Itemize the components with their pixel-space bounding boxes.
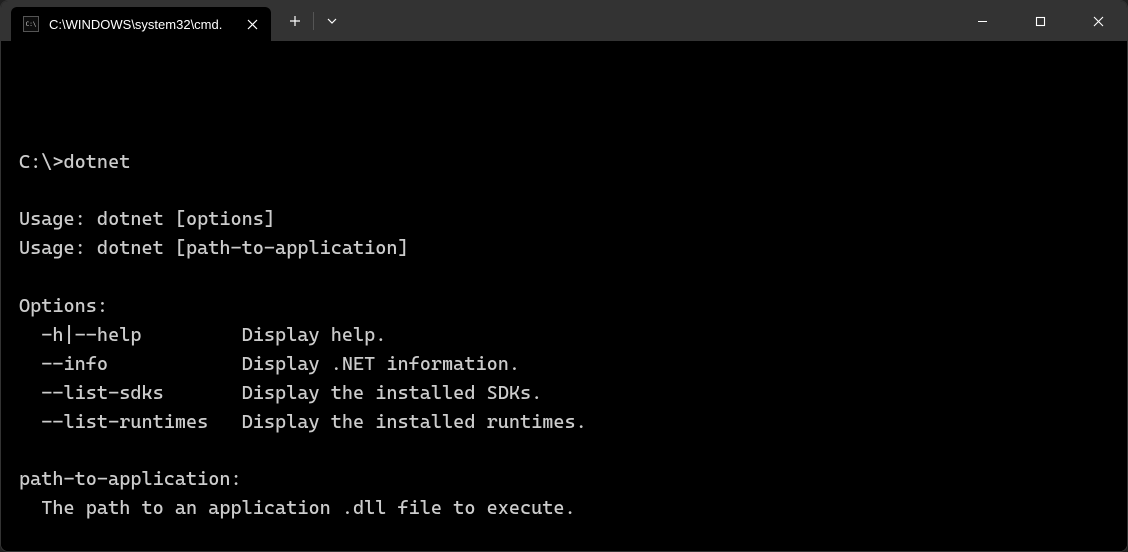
plus-icon bbox=[289, 15, 301, 27]
cmd-icon: C:\ bbox=[23, 16, 39, 32]
terminal-output[interactable]: C:\>dotnet Usage: dotnet [options] Usage… bbox=[1, 41, 1127, 551]
tab-close-button[interactable] bbox=[243, 15, 261, 33]
tab-actions bbox=[277, 1, 350, 41]
chevron-down-icon bbox=[326, 15, 338, 27]
minimize-button[interactable] bbox=[953, 1, 1011, 41]
minimize-icon bbox=[977, 16, 988, 27]
close-window-button[interactable] bbox=[1069, 1, 1127, 41]
titlebar: C:\ C:\WINDOWS\system32\cmd. bbox=[1, 1, 1127, 41]
new-tab-button[interactable] bbox=[277, 1, 313, 41]
tab-title: C:\WINDOWS\system32\cmd. bbox=[49, 17, 233, 32]
maximize-button[interactable] bbox=[1011, 1, 1069, 41]
tab-cmd[interactable]: C:\ C:\WINDOWS\system32\cmd. bbox=[11, 7, 271, 41]
close-icon bbox=[247, 19, 258, 30]
maximize-icon bbox=[1035, 16, 1046, 27]
window-controls bbox=[953, 1, 1127, 41]
tab-dropdown-button[interactable] bbox=[314, 1, 350, 41]
terminal-window: C:\ C:\WINDOWS\system32\cmd. bbox=[0, 0, 1128, 552]
close-icon bbox=[1093, 16, 1104, 27]
terminal-text: C:\>dotnet Usage: dotnet [options] Usage… bbox=[19, 119, 1109, 551]
